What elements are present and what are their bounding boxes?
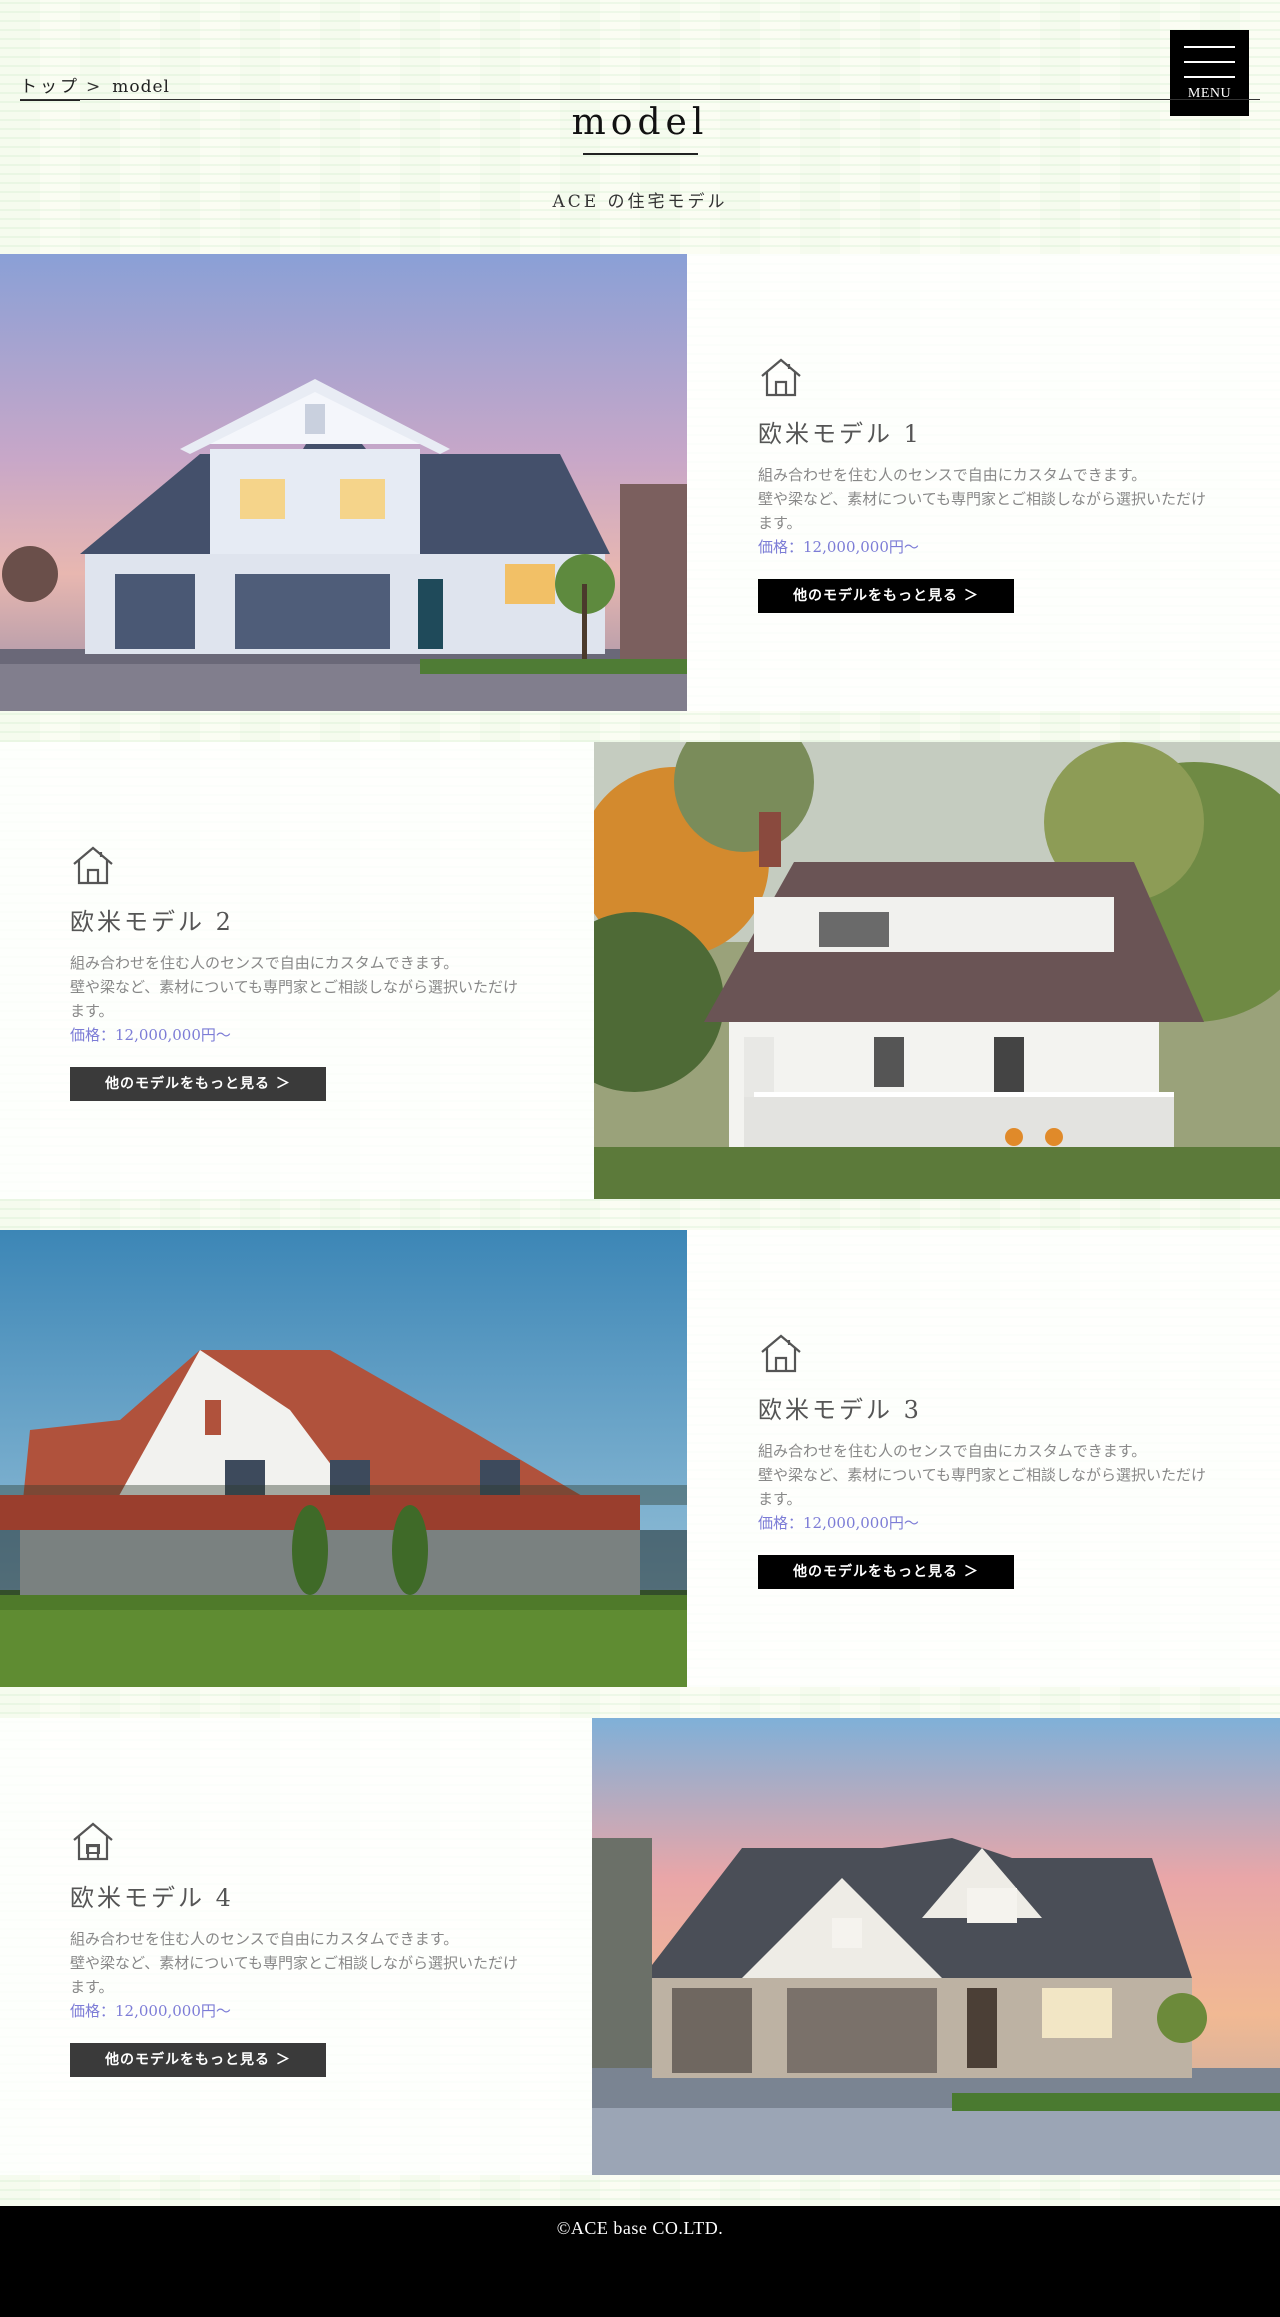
model-photo-3 <box>0 1230 687 1687</box>
model-info-1: 欧米モデル 1 組み合わせを住む人のセンスで自由にカスタムできます。 壁や梁など… <box>758 354 1218 613</box>
more-models-button[interactable]: 他のモデルをもっと見る ＞ <box>70 1067 326 1101</box>
description-line: 壁や梁など、素材についても専門家とご相談しながら選択いただけます。 <box>70 978 519 1020</box>
model-price: 価格：12,000,000円〜 <box>758 538 919 556</box>
page-title: model <box>571 102 709 143</box>
model-photo-4 <box>592 1718 1280 2175</box>
model-name: 欧米モデル 2 <box>70 908 234 936</box>
model-name: 欧米モデル 4 <box>70 1884 234 1912</box>
model-description: 組み合わせを住む人のセンスで自由にカスタムできます。 壁や梁など、素材についても… <box>70 951 530 1047</box>
footer: ©ACE base CO.LTD. <box>0 2206 1280 2317</box>
model-info-4: 欧米モデル 4 組み合わせを住む人のセンスで自由にカスタムできます。 壁や梁など… <box>70 1818 530 2077</box>
model-description: 組み合わせを住む人のセンスで自由にカスタムできます。 壁や梁など、素材についても… <box>758 463 1218 559</box>
house-icon <box>73 1822 113 1861</box>
description-line: 壁や梁など、素材についても専門家とご相談しながら選択いただけます。 <box>758 490 1207 532</box>
description-line: 組み合わせを住む人のセンスで自由にカスタムできます。 <box>758 1442 1147 1460</box>
house-icon <box>73 846 113 885</box>
model-photo-2 <box>594 742 1280 1199</box>
hamburger-icon <box>1184 76 1235 78</box>
description-line: 組み合わせを住む人のセンスで自由にカスタムできます。 <box>70 954 459 972</box>
description-line: 組み合わせを住む人のセンスで自由にカスタムできます。 <box>70 1930 459 1948</box>
breadcrumb-current: model <box>112 77 170 97</box>
model-section-4: 欧米モデル 4 組み合わせを住む人のセンスで自由にカスタムできます。 壁や梁など… <box>0 1718 1280 2175</box>
breadcrumb-separator: > <box>86 77 101 97</box>
house-icon <box>761 358 801 397</box>
model-price: 価格：12,000,000円〜 <box>70 2002 231 2020</box>
model-info-2: 欧米モデル 2 組み合わせを住む人のセンスで自由にカスタムできます。 壁や梁など… <box>70 842 530 1101</box>
more-models-button[interactable]: 他のモデルをもっと見る ＞ <box>758 579 1014 613</box>
header-divider <box>20 99 1260 100</box>
model-description: 組み合わせを住む人のセンスで自由にカスタムできます。 壁や梁など、素材についても… <box>758 1439 1218 1535</box>
breadcrumb-home-link[interactable]: トップ <box>20 77 80 101</box>
model-name: 欧米モデル 1 <box>758 420 922 448</box>
model-photo-1 <box>0 254 687 711</box>
model-section-1: 欧米モデル 1 組み合わせを住む人のセンスで自由にカスタムできます。 壁や梁など… <box>0 254 1280 711</box>
model-info-3: 欧米モデル 3 組み合わせを住む人のセンスで自由にカスタムできます。 壁や梁など… <box>758 1330 1218 1589</box>
model-description: 組み合わせを住む人のセンスで自由にカスタムできます。 壁や梁など、素材についても… <box>70 1927 530 2023</box>
more-models-button[interactable]: 他のモデルをもっと見る ＞ <box>70 2043 326 2077</box>
page-subtitle: ACE の住宅モデル <box>552 192 728 212</box>
model-price: 価格：12,000,000円〜 <box>758 1514 919 1532</box>
description-line: 壁や梁など、素材についても専門家とご相談しながら選択いただけます。 <box>758 1466 1207 1508</box>
description-line: 組み合わせを住む人のセンスで自由にカスタムできます。 <box>758 466 1147 484</box>
model-name: 欧米モデル 3 <box>758 1396 922 1424</box>
model-price: 価格：12,000,000円〜 <box>70 1026 231 1044</box>
hamburger-icon <box>1184 61 1235 63</box>
house-icon <box>761 1334 801 1373</box>
title-underline <box>583 153 698 155</box>
hamburger-icon <box>1184 46 1235 48</box>
more-models-button[interactable]: 他のモデルをもっと見る ＞ <box>758 1555 1014 1589</box>
breadcrumb: トップ > model <box>20 72 170 101</box>
copyright-text: ©ACE base CO.LTD. <box>556 2218 724 2238</box>
model-section-3: 欧米モデル 3 組み合わせを住む人のセンスで自由にカスタムできます。 壁や梁など… <box>0 1230 1280 1687</box>
model-section-2: 欧米モデル 2 組み合わせを住む人のセンスで自由にカスタムできます。 壁や梁など… <box>0 742 1280 1199</box>
description-line: 壁や梁など、素材についても専門家とご相談しながら選択いただけます。 <box>70 1954 519 1996</box>
